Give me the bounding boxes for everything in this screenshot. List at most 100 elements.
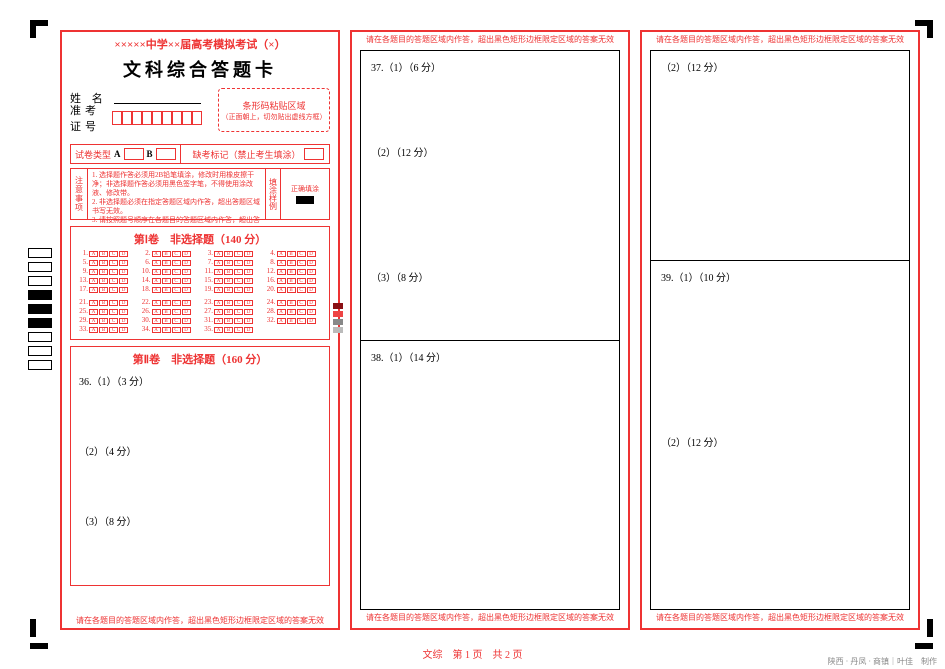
bubble-option[interactable]: C xyxy=(297,309,306,315)
bubble-option[interactable]: B xyxy=(99,287,108,293)
bubble-option[interactable]: B xyxy=(99,269,108,275)
bubble-option[interactable]: D xyxy=(307,251,316,257)
bubble-option[interactable]: D xyxy=(119,269,128,275)
bubble-option[interactable]: A xyxy=(277,269,286,275)
bubble-option[interactable]: B xyxy=(287,300,296,306)
bubble-option[interactable]: B xyxy=(287,309,296,315)
bubble-option[interactable]: C xyxy=(109,287,118,293)
bubble-option[interactable]: B xyxy=(224,309,233,315)
bubble-option[interactable]: C xyxy=(234,260,243,266)
bubble-option[interactable]: A xyxy=(214,260,223,266)
bubble-option[interactable]: A xyxy=(89,278,98,284)
bubble-option[interactable]: C xyxy=(297,251,306,257)
bubble-option[interactable]: B xyxy=(162,278,171,284)
bubble-option[interactable]: B xyxy=(224,287,233,293)
barcode-area[interactable]: 条形码粘贴区域 （正面朝上，切勿贴出虚线方框） xyxy=(218,88,330,132)
bubble-option[interactable]: A xyxy=(214,300,223,306)
bubble-option[interactable]: A xyxy=(152,309,161,315)
bubble-option[interactable]: C xyxy=(297,269,306,275)
bubble-option[interactable]: B xyxy=(162,269,171,275)
id-box[interactable] xyxy=(152,111,162,125)
bubble-option[interactable]: A xyxy=(277,287,286,293)
bubble-option[interactable]: C xyxy=(109,260,118,266)
bubble-option[interactable]: B xyxy=(224,269,233,275)
bubble-option[interactable]: B xyxy=(162,309,171,315)
bubble-option[interactable]: B xyxy=(162,287,171,293)
bubble-option[interactable]: B xyxy=(162,327,171,333)
bubble-option[interactable]: D xyxy=(307,269,316,275)
bubble-option[interactable]: D xyxy=(119,251,128,257)
bubble-option[interactable]: C xyxy=(172,251,181,257)
id-boxes[interactable] xyxy=(112,111,202,125)
bubble-option[interactable]: B xyxy=(99,278,108,284)
bubble-option[interactable]: D xyxy=(244,269,253,275)
bubble-option[interactable]: A xyxy=(152,251,161,257)
bubble-option[interactable]: B xyxy=(287,318,296,324)
bubble-option[interactable]: A xyxy=(89,287,98,293)
bubble-option[interactable]: B xyxy=(162,300,171,306)
bubble-option[interactable]: D xyxy=(244,300,253,306)
bubble-option[interactable]: B xyxy=(287,278,296,284)
bubble-option[interactable]: D xyxy=(119,278,128,284)
bubble-option[interactable]: A xyxy=(214,278,223,284)
bubble-option[interactable]: B xyxy=(224,251,233,257)
bubble-option[interactable]: A xyxy=(214,318,223,324)
bubble-option[interactable]: A xyxy=(89,318,98,324)
bubble-option[interactable]: C xyxy=(297,260,306,266)
bubble-option[interactable]: C xyxy=(234,251,243,257)
bubble-option[interactable]: A xyxy=(152,327,161,333)
bubble-option[interactable]: A xyxy=(89,309,98,315)
id-box[interactable] xyxy=(172,111,182,125)
bubble-option[interactable]: A xyxy=(152,278,161,284)
bubble-option[interactable]: A xyxy=(214,327,223,333)
bubble-option[interactable]: D xyxy=(307,287,316,293)
bubble-option[interactable]: D xyxy=(307,318,316,324)
id-box[interactable] xyxy=(142,111,152,125)
id-box[interactable] xyxy=(192,111,202,125)
bubble-option[interactable]: C xyxy=(234,278,243,284)
bubble-option[interactable]: A xyxy=(277,300,286,306)
bubble-option[interactable]: C xyxy=(234,287,243,293)
bubble-option[interactable]: C xyxy=(234,309,243,315)
paper-type-b-box[interactable] xyxy=(156,148,176,160)
bubble-option[interactable]: D xyxy=(182,260,191,266)
bubble-option[interactable]: D xyxy=(307,309,316,315)
absent-mark-box[interactable] xyxy=(304,148,324,160)
bubble-option[interactable]: A xyxy=(89,327,98,333)
bubble-option[interactable]: B xyxy=(287,269,296,275)
bubble-option[interactable]: A xyxy=(152,318,161,324)
bubble-option[interactable]: A xyxy=(214,251,223,257)
bubble-option[interactable]: B xyxy=(287,260,296,266)
bubble-option[interactable]: D xyxy=(307,300,316,306)
bubble-option[interactable]: B xyxy=(224,278,233,284)
bubble-option[interactable]: D xyxy=(119,287,128,293)
bubble-option[interactable]: A xyxy=(277,278,286,284)
bubble-option[interactable]: D xyxy=(182,300,191,306)
bubble-option[interactable]: D xyxy=(182,309,191,315)
bubble-option[interactable]: D xyxy=(182,327,191,333)
bubble-option[interactable]: A xyxy=(89,260,98,266)
bubble-option[interactable]: A xyxy=(277,318,286,324)
bubble-option[interactable]: D xyxy=(244,318,253,324)
id-box[interactable] xyxy=(112,111,122,125)
bubble-option[interactable]: A xyxy=(89,269,98,275)
bubble-option[interactable]: B xyxy=(99,327,108,333)
bubble-option[interactable]: C xyxy=(234,269,243,275)
bubble-option[interactable]: D xyxy=(244,251,253,257)
bubble-option[interactable]: D xyxy=(182,251,191,257)
bubble-option[interactable]: B xyxy=(287,287,296,293)
bubble-option[interactable]: D xyxy=(244,327,253,333)
bubble-option[interactable]: C xyxy=(172,287,181,293)
bubble-option[interactable]: A xyxy=(214,309,223,315)
bubble-option[interactable]: B xyxy=(99,309,108,315)
name-input-line[interactable] xyxy=(114,103,201,104)
bubble-option[interactable]: D xyxy=(244,309,253,315)
bubble-option[interactable]: C xyxy=(172,260,181,266)
bubble-option[interactable]: D xyxy=(182,278,191,284)
bubble-option[interactable]: C xyxy=(172,278,181,284)
id-box[interactable] xyxy=(182,111,192,125)
bubble-option[interactable]: C xyxy=(297,300,306,306)
bubble-option[interactable]: D xyxy=(244,260,253,266)
bubble-option[interactable]: C xyxy=(172,327,181,333)
bubble-option[interactable]: D xyxy=(182,287,191,293)
